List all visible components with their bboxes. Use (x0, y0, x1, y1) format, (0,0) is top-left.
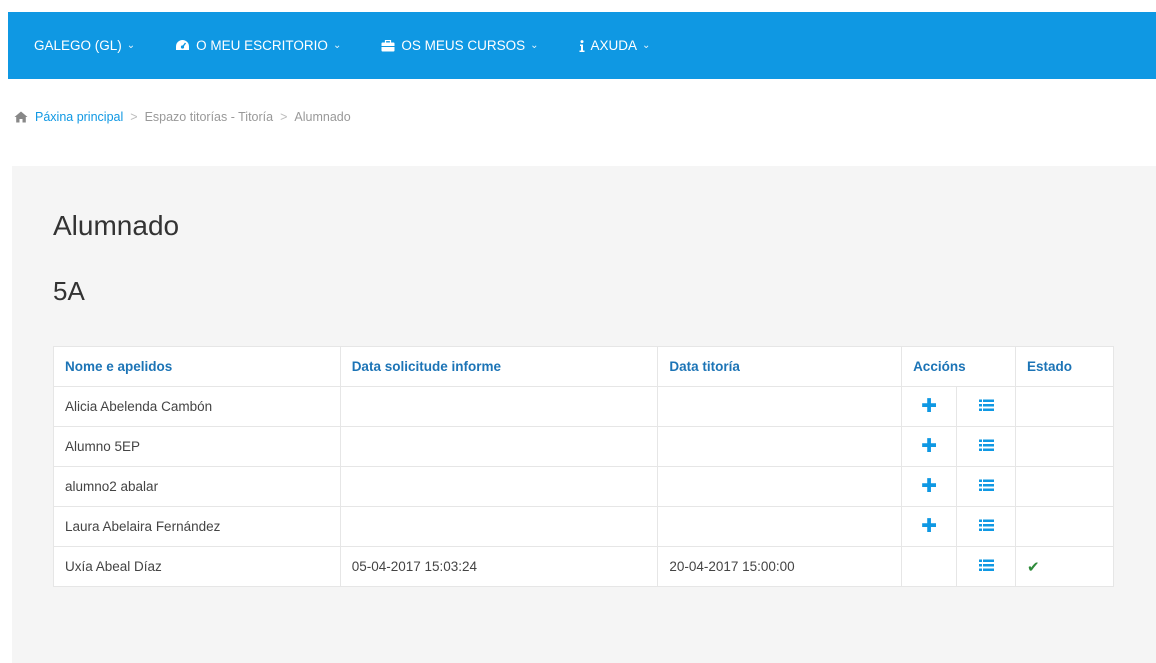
chevron-down-icon: ⌄ (642, 40, 651, 51)
nav-courses-label: OS MEUS CURSOS (401, 38, 526, 53)
plus-icon[interactable]: ✚ (921, 396, 937, 417)
list-icon[interactable] (978, 439, 994, 452)
list-icon[interactable] (978, 399, 994, 412)
column-header-actions: Accións (901, 346, 1016, 387)
nav-help-label: AXUDA (590, 38, 638, 53)
student-name: Alumno 5EP (53, 426, 341, 467)
briefcase-icon (381, 39, 395, 52)
status-cell (1015, 506, 1114, 547)
plus-icon[interactable]: ✚ (921, 476, 937, 497)
breadcrumb-separator: > (130, 110, 138, 124)
group-title: 5A (53, 276, 85, 306)
tutoring-date (657, 506, 903, 547)
list-icon[interactable] (978, 519, 994, 532)
breadcrumb-item-tutoring[interactable]: Espazo titorías - Titoría (145, 110, 274, 124)
column-header-tutoring-date[interactable]: Data titoría (657, 346, 903, 387)
nav-courses-menu[interactable]: OS MEUS CURSOS ⌄ (381, 38, 539, 53)
table-body: Alicia Abelenda Cambón ✚ Alumno 5EP ✚ alumno… (53, 386, 1114, 587)
status-cell (1015, 466, 1114, 507)
breadcrumb-item-current: Alumnado (294, 110, 351, 124)
nav-dashboard-label: O MEU ESCRITORIO (196, 38, 328, 53)
list-action-cell (956, 386, 1016, 427)
breadcrumb-separator: > (280, 110, 288, 124)
plus-icon[interactable]: ✚ (921, 436, 937, 457)
table-header-row: Nome e apelidos Data solicitude informe … (53, 346, 1114, 387)
nav-language-menu[interactable]: GALEGO (GL) ⌄ (34, 38, 135, 53)
request-date: 05-04-2017 15:03:24 (339, 546, 659, 587)
info-icon (579, 39, 585, 52)
add-action-cell: ✚ (901, 426, 958, 467)
list-action-cell (956, 426, 1016, 467)
home-icon (14, 111, 28, 123)
student-name: Laura Abelaira Fernández (53, 506, 341, 547)
column-header-status: Estado (1015, 346, 1114, 387)
nav-dashboard-menu[interactable]: O MEU ESCRITORIO ⌄ (175, 38, 341, 53)
breadcrumb: Páxina principal > Espazo titorías - Tit… (14, 110, 351, 124)
status-cell: ✔ (1015, 546, 1114, 587)
chevron-down-icon: ⌄ (332, 40, 342, 51)
top-navbar: GALEGO (GL) ⌄ O MEU ESCRITORIO ⌄ OS MEUS… (8, 12, 1156, 79)
column-header-request-date[interactable]: Data solicitude informe (339, 346, 659, 387)
tutoring-date (657, 386, 903, 427)
nav-help-menu[interactable]: AXUDA ⌄ (579, 38, 651, 53)
table-row: Alumno 5EP ✚ (53, 426, 1114, 467)
chevron-down-icon: ⌄ (530, 40, 539, 51)
chevron-down-icon: ⌄ (126, 40, 136, 51)
request-date (339, 426, 659, 467)
add-action-cell: ✚ (901, 466, 958, 507)
request-date (339, 466, 659, 507)
column-header-name[interactable]: Nome e apelidos (53, 346, 341, 387)
status-cell (1015, 426, 1114, 467)
request-date (339, 386, 659, 427)
tutoring-date (657, 466, 903, 507)
table-row: alumno2 abalar ✚ (53, 466, 1114, 507)
list-action-cell (956, 506, 1016, 547)
breadcrumb-home-link[interactable]: Páxina principal (35, 110, 123, 124)
plus-icon[interactable]: ✚ (921, 516, 937, 537)
list-action-cell (956, 466, 1016, 507)
list-icon[interactable] (978, 479, 994, 492)
table-row: Laura Abelaira Fernández ✚ (53, 506, 1114, 547)
add-action-cell (901, 546, 958, 587)
content-panel: Alumnado 5A Nome e apelidos Data solicit… (12, 166, 1156, 663)
student-name: Alicia Abelenda Cambón (53, 386, 341, 427)
list-icon[interactable] (978, 559, 994, 572)
table-row: Uxía Abeal Díaz 05-04-2017 15:03:24 20-04-… (53, 546, 1114, 587)
list-action-cell (956, 546, 1016, 587)
add-action-cell: ✚ (901, 386, 958, 427)
check-icon: ✔ (1027, 558, 1040, 576)
tutoring-date (657, 426, 903, 467)
table-row: Alicia Abelenda Cambón ✚ (53, 386, 1114, 427)
students-table: Nome e apelidos Data solicitude informe … (53, 346, 1114, 587)
tutoring-date: 20-04-2017 15:00:00 (657, 546, 903, 587)
add-action-cell: ✚ (901, 506, 958, 547)
page-title: Alumnado (53, 210, 180, 241)
request-date (339, 506, 659, 547)
student-name: alumno2 abalar (53, 466, 341, 507)
nav-language-label: GALEGO (GL) (34, 38, 122, 53)
student-name: Uxía Abeal Díaz (53, 546, 341, 587)
status-cell (1015, 386, 1114, 427)
tachometer-icon (175, 39, 190, 52)
